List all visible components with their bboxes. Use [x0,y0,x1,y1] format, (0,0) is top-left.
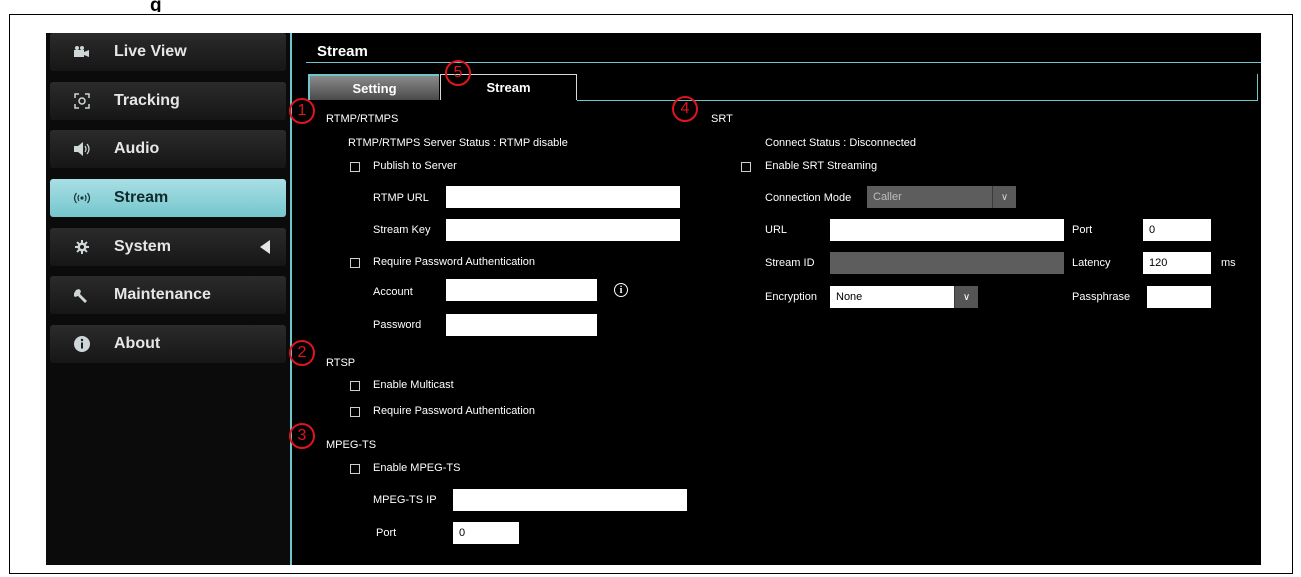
mpegts-section-heading: MPEG-TS [326,439,377,451]
tab-setting[interactable]: Setting [308,74,439,100]
mpegts-port-label: Port [376,527,397,539]
latency-label: Latency [1072,257,1111,269]
mpegts-ip-input[interactable] [453,489,687,511]
encryption-label: Encryption [765,291,817,303]
sidebar: Live View Tracking Audio Stream System M… [46,33,290,565]
srt-port-label: Port [1072,224,1093,236]
sidebar-item-label: Live View [114,43,187,60]
enable-mpegts-label: Enable MPEG-TS [373,462,461,474]
rtsp-section-heading: RTSP [326,357,356,369]
account-label: Account [373,286,413,298]
rtmp-url-label: RTMP URL [373,192,429,204]
stream-key-input[interactable] [446,219,680,241]
publish-to-server-label: Publish to Server [373,160,457,172]
page-title: Stream [317,43,368,60]
rtsp-require-auth-checkbox[interactable] [350,407,360,417]
srt-port-input[interactable]: 0 [1143,219,1211,241]
sidebar-item-stream[interactable]: Stream [50,179,286,217]
mpegts-port-input[interactable]: 0 [453,522,519,544]
sidebar-item-label: System [114,238,171,255]
gear-icon [50,240,114,254]
sidebar-item-label: Stream [114,189,169,206]
heading-fragment: g [150,0,162,12]
main-content: Stream Setting Stream 5 1 4 2 3 RTMP/RTM… [289,33,1261,565]
callout-marker-4: 4 [672,96,698,122]
callout-marker-5: 5 [445,60,471,86]
expand-arrow-icon [260,240,270,254]
latency-input[interactable]: 120 [1143,252,1211,274]
password-label: Password [373,319,422,331]
encryption-select[interactable]: None [830,286,954,308]
sidebar-item-label: Maintenance [114,286,211,303]
wrench-icon [50,287,114,303]
tab-divider-right [1257,74,1258,101]
enable-multicast-label: Enable Multicast [373,379,454,391]
account-input[interactable] [446,279,597,301]
info-icon[interactable]: i [614,283,628,297]
srt-url-label: URL [765,224,788,236]
enable-multicast-checkbox[interactable] [350,381,360,391]
broadcast-icon [50,192,114,204]
callout-marker-2: 2 [289,340,315,366]
app-window: Live View Tracking Audio Stream System M… [46,33,1261,565]
password-input[interactable] [446,314,597,336]
enable-srt-checkbox[interactable] [741,162,751,172]
passphrase-input[interactable] [1147,286,1211,308]
latency-unit: ms [1221,257,1236,269]
srt-section-heading: SRT [711,113,733,125]
speaker-icon [50,142,114,156]
sidebar-item-label: Audio [114,140,160,157]
sidebar-item-system[interactable]: System [50,228,286,266]
rtsp-require-auth-label: Require Password Authentication [373,405,536,417]
camera-icon [50,46,114,58]
stream-key-label: Stream Key [373,224,431,236]
publish-to-server-checkbox[interactable] [350,162,360,172]
sidebar-item-maintenance[interactable]: Maintenance [50,276,286,314]
rtmp-section-heading: RTMP/RTMPS [326,113,399,125]
info-icon [50,336,114,352]
callout-marker-1: 1 [289,98,315,124]
sidebar-item-audio[interactable]: Audio [50,130,286,168]
callout-marker-3: 3 [289,423,315,449]
sidebar-item-tracking[interactable]: Tracking [50,82,286,120]
rtmp-require-auth-label: Require Password Authentication [373,256,536,268]
passphrase-label: Passphrase [1072,291,1131,303]
stream-id-input[interactable] [830,252,1064,274]
rtmp-url-input[interactable] [446,186,680,208]
rtmp-server-status: RTMP/RTMPS Server Status : RTMP disable [348,137,568,149]
sidebar-item-about[interactable]: About [50,325,286,363]
mpegts-ip-label: MPEG-TS IP [373,494,437,506]
enable-mpegts-checkbox[interactable] [350,464,360,474]
stream-id-label: Stream ID [765,257,815,269]
rtmp-require-auth-checkbox[interactable] [350,258,360,268]
srt-connect-status: Connect Status : Disconnected [765,137,917,149]
enable-srt-label: Enable SRT Streaming [765,160,878,172]
sidebar-item-label: Tracking [114,92,180,109]
tracking-icon [50,93,114,109]
chevron-down-icon[interactable]: ∨ [992,186,1016,208]
connection-mode-select[interactable]: Caller [867,186,992,208]
sidebar-item-label: About [114,335,161,352]
sidebar-item-live-view[interactable]: Live View [50,33,286,71]
srt-url-input[interactable] [830,219,1064,241]
connection-mode-label: Connection Mode [765,192,852,204]
chevron-down-icon[interactable]: ∨ [954,286,978,308]
